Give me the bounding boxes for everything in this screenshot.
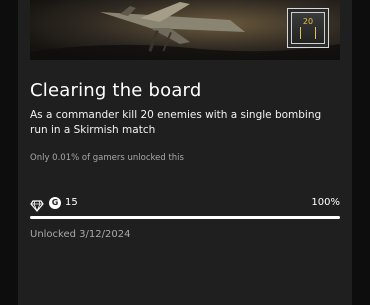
achievement-title: Clearing the board [30,80,202,101]
achievement-stats: G 15 100% [30,196,340,213]
badge-frame: 20 [291,12,325,44]
badge-bars [300,27,316,39]
rarity-text: Only 0.01% of gamers unlocked this [30,153,184,163]
progress-fill [30,216,340,219]
achievement-hero-image: 20 [30,0,340,60]
diamond-icon [30,197,44,213]
unlocked-date: Unlocked 3/12/2024 [30,229,131,240]
achievement-description: As a commander kill 20 enemies with a si… [30,109,322,136]
gamerscore-icon: G [49,197,61,209]
achievement-card: 20 Clearing the board As a commander kil… [18,0,352,305]
gamerscore-value: 15 [65,197,78,208]
progress-bar [30,216,340,219]
progress-percent: 100% [311,197,340,208]
badge-number: 20 [302,17,314,26]
achievement-badge: 20 [287,8,329,48]
